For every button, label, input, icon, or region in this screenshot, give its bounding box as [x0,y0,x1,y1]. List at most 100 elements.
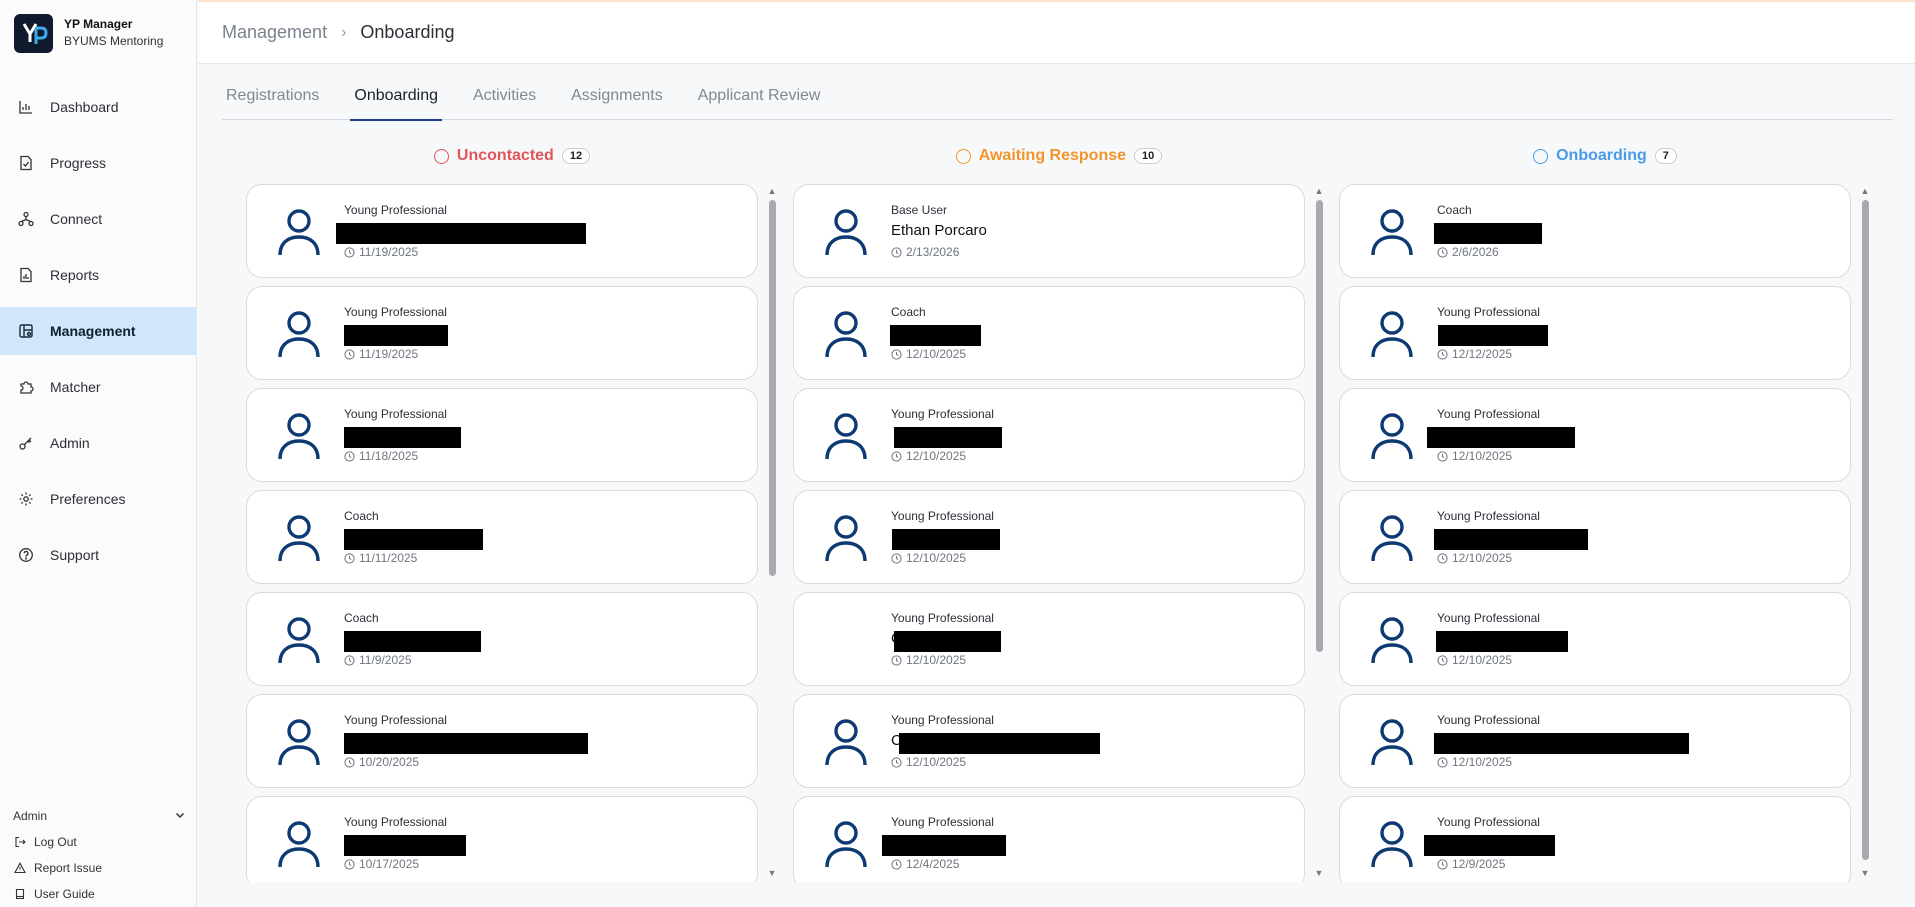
scroll-up-arrow[interactable]: ▲ [767,186,777,196]
user-guide-link[interactable]: User Guide [0,881,196,907]
tab-activities[interactable]: Activities [469,72,540,120]
redaction-bar [894,631,1001,652]
tab-onboarding[interactable]: Onboarding [350,72,442,121]
scrollbar[interactable]: ▲ ▼ [1859,184,1871,882]
warning-icon [14,862,26,874]
user-guide-label: User Guide [34,887,95,901]
card-date: 11/19/2025 [344,245,418,259]
scroll-down-arrow[interactable]: ▼ [1314,868,1324,878]
person-card[interactable]: Young Professional 11/18/2025 [246,388,758,482]
card-role: Young Professional [1437,611,1540,625]
scroll-down-arrow[interactable]: ▼ [1860,868,1870,878]
avatar-icon [278,311,320,358]
card-role: Coach [344,611,379,625]
status-circle-icon [433,148,449,164]
person-card[interactable]: Coach 2/6/2026 [1339,184,1851,278]
person-card[interactable]: Young Professional 12/10/2025 [1339,490,1851,584]
tab-registrations[interactable]: Registrations [222,72,323,120]
tab-assignments[interactable]: Assignments [567,72,667,120]
person-card[interactable]: Coach 11/11/2025 [246,490,758,584]
scroll-thumb[interactable] [1316,200,1323,652]
card-role: Young Professional [1437,815,1540,829]
person-card[interactable]: Young Professional 12/10/2025 [1339,388,1851,482]
card-role: Base User [891,203,948,217]
redaction-bar [344,529,483,550]
card-name: Ethan Porcaro [891,222,987,239]
sidebar-item-management[interactable]: Management [0,307,196,355]
sidebar-item-support[interactable]: Support [0,531,196,579]
sidebar-item-reports[interactable]: Reports [0,251,196,299]
person-card[interactable]: Young Professional 11/19/2025 [246,184,758,278]
scroll-thumb[interactable] [769,200,776,576]
person-card[interactable]: Young ProfessionalC12/10/2025 [793,592,1305,686]
person-card[interactable]: Young Professional 12/10/2025 [793,490,1305,584]
person-card[interactable]: Young Professional 12/9/2025 [1339,796,1851,882]
avatar-icon [825,719,867,766]
person-card[interactable]: Young Professional 10/20/2025 [246,694,758,788]
sidebar: YP Manager BYUMS Mentoring Dashboard Pro… [0,0,197,907]
card-date: 11/18/2025 [344,449,418,463]
card-date: 12/10/2025 [1437,551,1512,565]
clock-icon [344,756,355,768]
person-card[interactable]: Coach 11/9/2025 [246,592,758,686]
breadcrumb-current: Onboarding [360,22,455,42]
sidebar-item-preferences[interactable]: Preferences [0,475,196,523]
logout-icon [15,836,26,848]
clock-icon [344,654,355,666]
person-card[interactable]: Young Professional 12/4/2025 [793,796,1305,882]
person-card[interactable]: Young Professional 12/10/2025 [1339,592,1851,686]
scroll-track[interactable] [769,200,776,866]
scrollbar[interactable]: ▲ ▼ [1313,184,1325,882]
scroll-down-arrow[interactable]: ▼ [767,868,777,878]
person-card[interactable]: Young Professional 12/12/2025 [1339,286,1851,380]
tab-bar: Registrations Onboarding Activities Assi… [222,72,1893,121]
avatar-icon [278,413,320,460]
logout-link[interactable]: Log Out [0,829,196,855]
role-selector[interactable]: Admin [0,803,196,829]
clock-icon [344,348,355,360]
report-issue-link[interactable]: Report Issue [0,855,196,881]
sidebar-item-dashboard[interactable]: Dashboard [0,83,196,131]
kanban-column: Uncontacted 12 Young Professional 11/19/202… [246,140,778,882]
person-card[interactable]: Young ProfessionalN11/19/2025 [246,286,758,380]
scroll-thumb[interactable] [1862,200,1869,860]
scroll-track[interactable] [1862,200,1869,866]
status-circle-icon [1533,148,1549,164]
card-date-text: 12/10/2025 [906,653,967,667]
person-card[interactable]: Base User Ethan Porcaro 2/13/2026 [793,184,1305,278]
clock-icon [1437,552,1448,564]
person-card[interactable]: Young Professional 10/17/2025 [246,796,758,882]
scroll-up-arrow[interactable]: ▲ [1860,186,1870,196]
sidebar-item-matcher[interactable]: Matcher [0,363,196,411]
card-role: Young Professional [344,203,447,217]
sidebar-item-label: Preferences [50,491,126,507]
sidebar-item-label: Management [50,323,136,339]
sidebar-item-progress[interactable]: Progress [0,139,196,187]
clock-icon [891,654,902,666]
brand[interactable]: YP Manager BYUMS Mentoring [0,0,196,66]
scroll-up-arrow[interactable]: ▲ [1314,186,1324,196]
scroll-track[interactable] [1316,200,1323,866]
sidebar-item-label: Matcher [50,379,101,395]
card-role: Young Professional [344,407,447,421]
redaction-bar [1436,631,1568,652]
person-card[interactable]: Young Professional 12/10/2025 [1339,694,1851,788]
breadcrumb: Management › Onboarding [198,0,1915,64]
person-card[interactable]: Young ProfessionalCa12/10/2025 [793,694,1305,788]
card-role: Young Professional [891,815,994,829]
avatar-icon [1371,413,1413,460]
sidebar-item-connect[interactable]: Connect [0,195,196,243]
card-date-text: 11/19/2025 [359,347,419,361]
breadcrumb-parent[interactable]: Management [222,22,327,43]
person-card[interactable]: Coach 12/10/2025 [793,286,1305,380]
tab-applicant-review[interactable]: Applicant Review [694,72,825,120]
sidebar-item-admin[interactable]: Admin [0,419,196,467]
status-circle-icon [955,148,971,164]
scrollbar[interactable]: ▲ ▼ [766,184,778,882]
card-date: 12/10/2025 [891,347,966,361]
column-header: Uncontacted 12 [246,140,778,172]
column-header: Awaiting Response 10 [793,140,1325,172]
sidebar-item-label: Dashboard [50,99,119,115]
person-card[interactable]: Young Professional 12/10/2025 [793,388,1305,482]
column-title: Onboarding [1556,147,1647,164]
